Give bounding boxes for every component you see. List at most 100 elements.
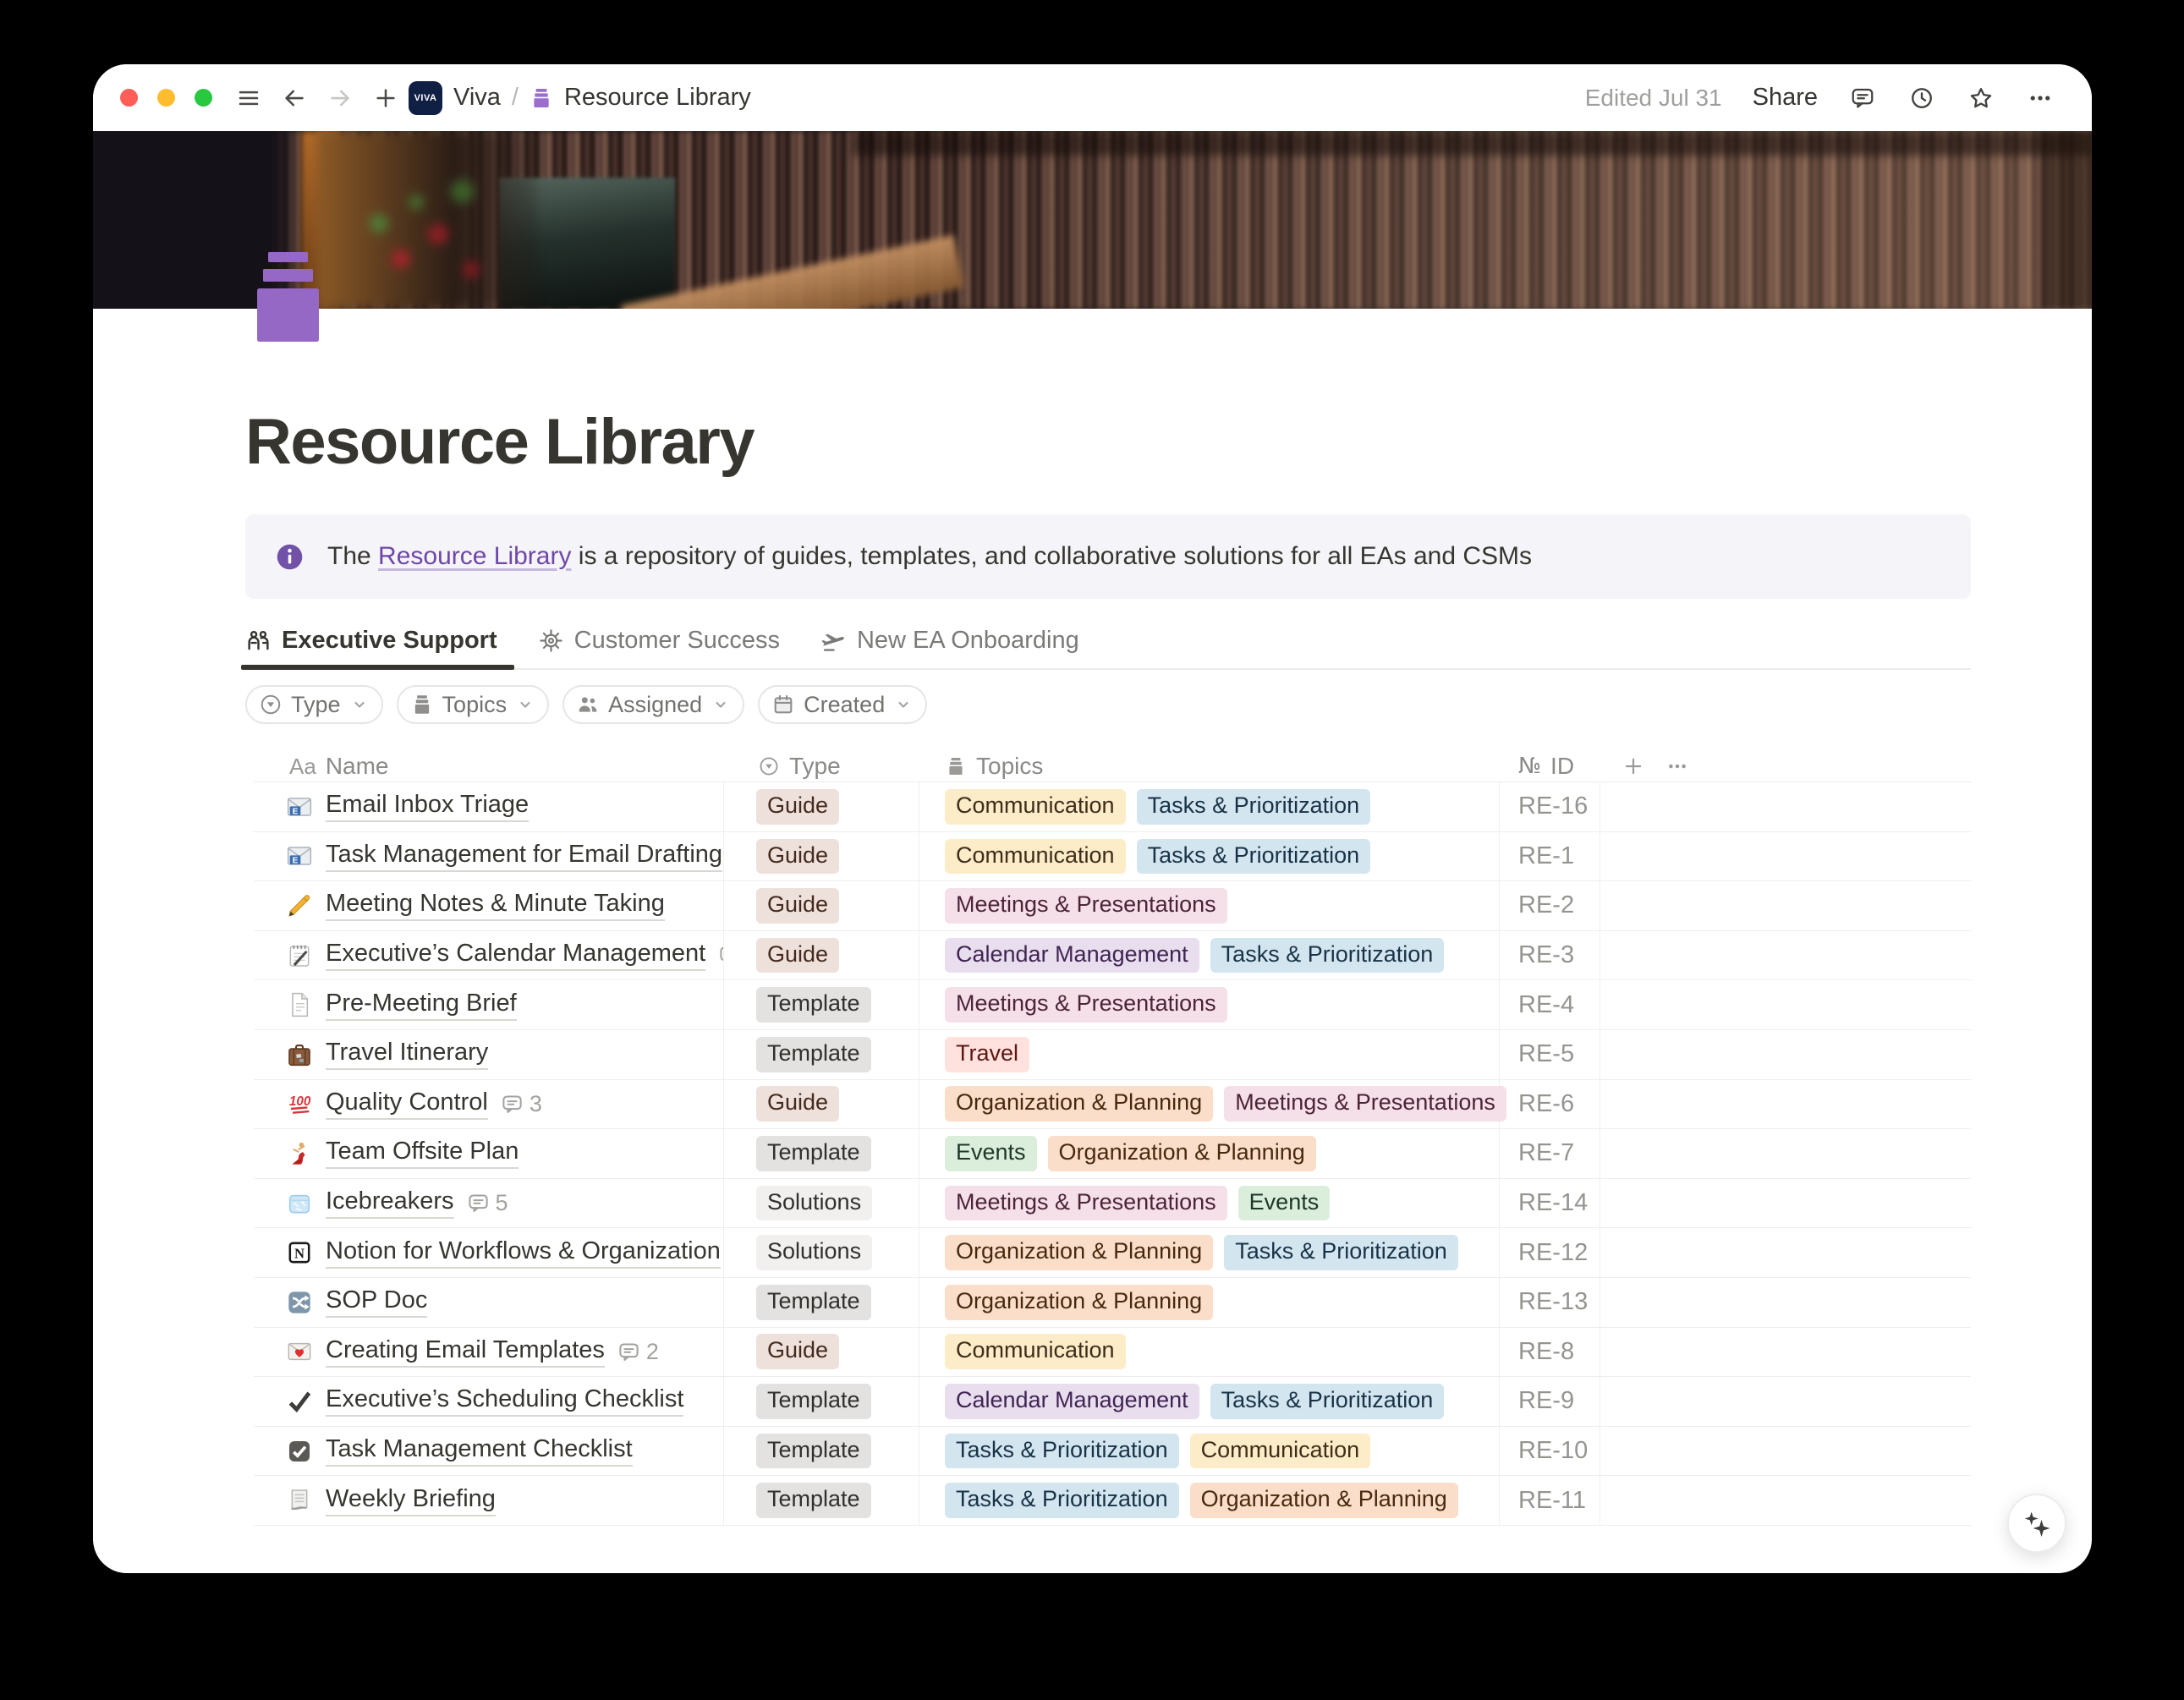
minimize-window-button[interactable] xyxy=(157,89,175,107)
topics-cell: Organization & PlanningTasks & Prioritiz… xyxy=(919,1228,1500,1277)
filter-created[interactable]: Created xyxy=(758,685,927,724)
page-cover-image[interactable] xyxy=(93,131,2092,309)
resource-library-link[interactable]: Resource Library xyxy=(378,542,571,570)
row-id: RE-9 xyxy=(1500,1377,1600,1426)
people-icon xyxy=(245,628,272,654)
row-id: RE-12 xyxy=(1500,1228,1600,1277)
empty-cell xyxy=(1600,1278,1971,1327)
topic-badge: Organization & Planning xyxy=(945,1285,1213,1320)
filter-assigned[interactable]: Assigned xyxy=(562,685,744,724)
type-cell: Template xyxy=(724,1476,919,1525)
comment-count-badge[interactable]: 1 xyxy=(718,942,724,968)
table-row[interactable]: Icebreakers 5 Solutions Meetings & Presenta… xyxy=(254,1179,1971,1229)
tab-new-ea-onboarding[interactable]: New EA Onboarding xyxy=(820,618,1086,668)
breadcrumb-workspace[interactable]: Viva xyxy=(453,84,501,112)
table-row[interactable]: Creating Email Templates2GuideCommunicat… xyxy=(254,1328,1971,1378)
comments-icon[interactable] xyxy=(1848,84,1877,112)
topics-cell: Travel xyxy=(919,1030,1500,1079)
column-header-name[interactable]: Aa Name xyxy=(254,751,724,781)
tab-customer-success[interactable]: Customer Success xyxy=(538,618,787,668)
table-row[interactable]: Executive’s Calendar Management 1GuideCal… xyxy=(254,931,1971,981)
dancer-icon xyxy=(286,1140,313,1167)
table-row[interactable]: ETask Management for Email DraftingGuide… xyxy=(254,832,1971,882)
page-title[interactable]: Resource Library xyxy=(245,405,1971,479)
table-row[interactable]: 100Quality Control3GuideOrganization & P… xyxy=(254,1080,1971,1130)
topic-badge: Travel xyxy=(945,1037,1029,1072)
table-options-icon[interactable] xyxy=(1666,755,1688,777)
empty-cell xyxy=(1600,881,1971,930)
row-name-link[interactable]: Creating Email Templates xyxy=(326,1336,605,1368)
row-id: RE-13 xyxy=(1500,1278,1600,1327)
forward-icon[interactable] xyxy=(326,84,354,112)
airplane-departure-icon xyxy=(820,628,847,654)
table-row[interactable]: NNotion for Workflows & OrganizationSolu… xyxy=(254,1228,1971,1278)
topic-badge: Tasks & Prioritization xyxy=(1210,938,1445,973)
row-id: RE-7 xyxy=(1500,1129,1600,1178)
new-page-icon[interactable] xyxy=(371,84,400,112)
favorite-star-icon[interactable] xyxy=(1967,84,1995,112)
add-column-icon[interactable] xyxy=(1622,755,1644,777)
zoom-window-button[interactable] xyxy=(195,89,212,107)
tab-executive-support[interactable]: Executive Support xyxy=(245,618,504,668)
comment-count-badge[interactable]: 3 xyxy=(501,1091,542,1117)
share-button[interactable]: Share xyxy=(1753,84,1818,112)
topics-cell: Meetings & PresentationsEvents xyxy=(919,1179,1500,1228)
more-options-icon[interactable] xyxy=(2026,84,2055,112)
row-name-link[interactable]: Task Management for Email Drafting xyxy=(326,841,722,872)
column-header-topics[interactable]: Topics xyxy=(919,751,1500,781)
row-name-link[interactable]: Icebreakers xyxy=(326,1187,454,1219)
row-name-link[interactable]: Email Inbox Triage xyxy=(326,791,529,822)
comment-count-badge[interactable]: 5 xyxy=(467,1190,508,1216)
row-name-link[interactable]: Notion for Workflows & Organization xyxy=(326,1237,721,1269)
topic-badge: Communication xyxy=(945,789,1126,825)
last-edited-label: Edited Jul 31 xyxy=(1585,85,1722,112)
row-name-link[interactable]: Task Management Checklist xyxy=(326,1435,633,1467)
text-property-icon: Aa xyxy=(289,754,316,780)
type-cell: Guide xyxy=(724,931,919,980)
topics-cell: Meetings & Presentations xyxy=(919,881,1500,930)
updates-clock-icon[interactable] xyxy=(1907,84,1936,112)
close-window-button[interactable] xyxy=(120,89,138,107)
back-icon[interactable] xyxy=(280,84,309,112)
empty-cell xyxy=(1600,1328,1971,1377)
row-name-link[interactable]: Executive’s Scheduling Checklist xyxy=(326,1385,683,1417)
row-name-link[interactable]: Weekly Briefing xyxy=(326,1485,496,1516)
workspace-logo[interactable]: VIVA xyxy=(409,81,442,115)
table-row[interactable]: Team Offsite PlanTemplateEventsOrganizat… xyxy=(254,1129,1971,1179)
row-name-link[interactable]: Pre-Meeting Brief xyxy=(326,990,517,1021)
table-row[interactable]: SOP DocTemplateOrganization & PlanningRE… xyxy=(254,1278,1971,1328)
row-name-link[interactable]: Travel Itinerary xyxy=(326,1039,488,1070)
column-header-type[interactable]: Type xyxy=(724,751,919,781)
topic-badge: Organization & Planning xyxy=(1048,1136,1316,1171)
svg-text:100: 100 xyxy=(289,1094,311,1109)
row-name-link[interactable]: SOP Doc xyxy=(326,1286,427,1318)
table-row[interactable]: Travel ItineraryTemplateTravelRE-5 xyxy=(254,1030,1971,1080)
column-header-id[interactable]: № ID xyxy=(1500,751,1600,781)
type-badge: Solutions xyxy=(756,1186,872,1221)
row-name-link[interactable]: Executive’s Calendar Management xyxy=(326,940,705,971)
row-name-link[interactable]: Meeting Notes & Minute Taking xyxy=(326,890,665,921)
row-name-link[interactable]: Quality Control xyxy=(326,1089,488,1120)
topics-cell: CommunicationTasks & Prioritization xyxy=(919,832,1500,881)
table-row[interactable]: Meeting Notes & Minute TakingGuideMeetin… xyxy=(254,881,1971,931)
topic-badge: Organization & Planning xyxy=(945,1086,1213,1121)
filter-topics[interactable]: Topics xyxy=(397,685,550,724)
filter-type[interactable]: Type xyxy=(245,685,383,724)
table-row[interactable]: Task Management ChecklistTemplateTasks &… xyxy=(254,1427,1971,1477)
table-row[interactable]: Executive’s Scheduling ChecklistTemplate… xyxy=(254,1377,1971,1427)
sidebar-toggle-icon[interactable] xyxy=(234,84,263,112)
chevron-down-icon xyxy=(711,694,731,715)
topics-cell: Calendar ManagementTasks & Prioritizatio… xyxy=(919,931,1500,980)
table-row[interactable]: Weekly BriefingTemplateTasks & Prioritiz… xyxy=(254,1476,1971,1526)
notion-ai-button[interactable] xyxy=(2007,1494,2066,1553)
breadcrumb-page[interactable]: Resource Library xyxy=(564,84,751,112)
notepad-icon xyxy=(286,942,313,969)
comment-count-badge[interactable]: 2 xyxy=(617,1339,659,1365)
page-icon-archive[interactable] xyxy=(257,252,319,342)
row-name-link[interactable]: Team Offsite Plan xyxy=(326,1138,519,1169)
empty-cell xyxy=(1600,782,1971,831)
table-row[interactable]: EEmail Inbox TriageGuideCommunicationTas… xyxy=(254,782,1971,832)
topic-badge: Communication xyxy=(945,839,1126,875)
table-row[interactable]: Pre-Meeting BriefTemplateMeetings & Pres… xyxy=(254,980,1971,1030)
topics-cell: Tasks & PrioritizationCommunication xyxy=(919,1427,1500,1476)
